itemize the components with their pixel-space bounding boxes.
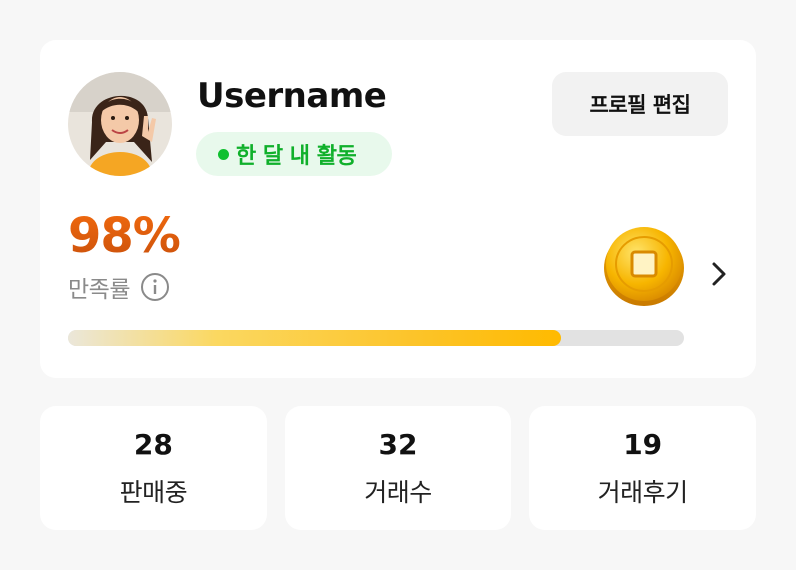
username: Username bbox=[197, 76, 387, 116]
stat-value: 19 bbox=[623, 428, 663, 461]
stat-value: 32 bbox=[378, 428, 418, 461]
stats-row: 28 판매중 32 거래수 19 거래후기 bbox=[40, 406, 757, 530]
chevron-right-icon[interactable] bbox=[706, 258, 732, 290]
satisfaction-progress-fill bbox=[68, 330, 561, 346]
activity-dot-icon bbox=[218, 148, 229, 160]
avatar-photo-icon bbox=[68, 72, 172, 176]
satisfaction-label: 만족률 bbox=[68, 277, 130, 303]
coin-icon bbox=[602, 224, 686, 308]
stat-label: 거래수 bbox=[364, 478, 432, 507]
satisfaction-rate-value: 98% bbox=[68, 208, 181, 264]
satisfaction-label-row: 만족률 bbox=[68, 270, 170, 304]
satisfaction-progress-bar bbox=[68, 330, 684, 346]
info-icon[interactable] bbox=[140, 272, 170, 302]
stat-card-selling[interactable]: 28 판매중 bbox=[40, 406, 267, 530]
stat-label: 판매중 bbox=[119, 478, 188, 507]
user-avatar[interactable] bbox=[68, 72, 172, 176]
profile-card: Username 한 달 내 활동 프로필 편집 98% 만족률 bbox=[40, 40, 756, 378]
stat-label: 거래후기 bbox=[597, 478, 689, 507]
stat-card-transactions[interactable]: 32 거래수 bbox=[284, 406, 512, 530]
stat-card-reviews[interactable]: 19 거래후기 bbox=[529, 406, 757, 530]
stat-value: 28 bbox=[133, 428, 173, 461]
activity-badge: 한 달 내 활동 bbox=[196, 132, 392, 176]
edit-profile-button[interactable]: 프로필 편집 bbox=[552, 72, 728, 136]
activity-badge-label: 한 달 내 활동 bbox=[236, 144, 357, 169]
